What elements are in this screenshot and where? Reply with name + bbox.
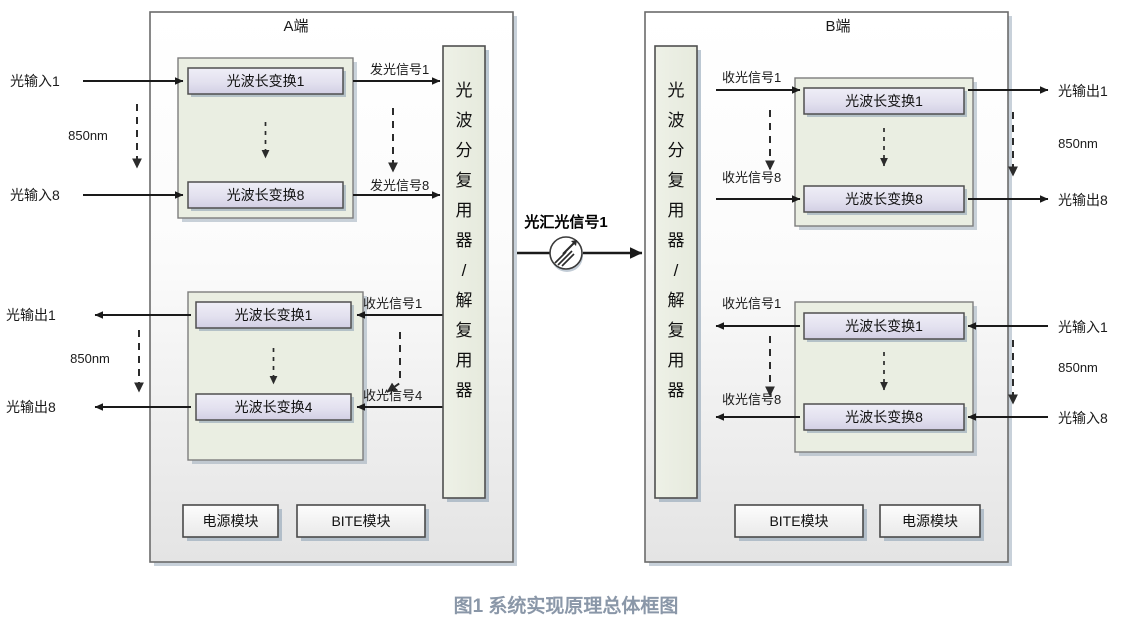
bite-module-button[interactable]: BITE模块 [769, 513, 828, 529]
svg-text:用: 用 [456, 351, 473, 370]
system-block-diagram: A端 光波长变换1 光波长变换8 光输入1 850nm 光输入8 发光信号1 发… [6, 11, 1108, 617]
signal-label: 收光信号1 [363, 296, 422, 311]
input-label: 光输入1 [1058, 319, 1108, 335]
svg-text:光: 光 [456, 81, 473, 100]
signal-label: 收光信号1 [722, 296, 781, 311]
figure-canvas: A端 光波长变换1 光波长变换8 光输入1 850nm 光输入8 发光信号1 发… [0, 0, 1133, 626]
signal-label: 收光信号8 [722, 392, 781, 407]
svg-text:波: 波 [456, 111, 473, 130]
a-bottom-modules: 电源模块 BITE模块 [182, 504, 429, 541]
power-module-button[interactable]: 电源模块 [902, 513, 958, 529]
b-bottom-modules: BITE模块 电源模块 [734, 504, 984, 541]
svg-text:用: 用 [456, 201, 473, 220]
converter-box[interactable]: 光波长变换1 [845, 318, 923, 334]
output-label: 光输出1 [1058, 83, 1108, 99]
svg-text:器: 器 [668, 381, 685, 400]
figure-caption: 图1 系统实现原理总体框图 [454, 594, 679, 617]
wavelength-label: 850nm [1058, 360, 1098, 375]
svg-text:分: 分 [668, 141, 685, 160]
wavelength-label: 850nm [1058, 136, 1098, 151]
b-tx-converter-group: 光波长变换1 光波长变换8 [794, 301, 977, 456]
b-mux-label: 光 波 分 复 用 器 / 解 复 用 器 [668, 81, 685, 400]
svg-text:复: 复 [668, 321, 685, 340]
svg-text:复: 复 [456, 321, 473, 340]
svg-text:/: / [462, 261, 467, 280]
optical-fiber-icon [549, 236, 583, 270]
signal-label: 收光信号4 [363, 388, 422, 403]
output-label: 光输出8 [6, 399, 56, 415]
a-mux-label: 光 波 分 复 用 器 / 解 复 用 器 [456, 81, 473, 400]
b-rx-converter-group: 光波长变换1 光波长变换8 [794, 77, 977, 230]
wavelength-label: 850nm [68, 128, 108, 143]
svg-text:器: 器 [456, 231, 473, 250]
converter-box[interactable]: 光波长变换1 [845, 93, 923, 109]
input-label: 光输入8 [1058, 410, 1108, 426]
a-rx-converter-group: 光波长变换1 光波长变换4 [187, 291, 367, 464]
wavelength-label: 850nm [70, 351, 110, 366]
converter-box[interactable]: 光波长变换1 [227, 73, 305, 89]
input-label: 光输入8 [10, 187, 60, 203]
signal-label: 收光信号8 [722, 170, 781, 185]
output-label: 光输出1 [6, 307, 56, 323]
optical-link: 光汇光信号1 [517, 213, 643, 272]
converter-box[interactable]: 光波长变换8 [845, 191, 923, 207]
svg-text:光: 光 [668, 81, 685, 100]
converter-box[interactable]: 光波长变换4 [235, 399, 313, 415]
svg-text:分: 分 [456, 141, 473, 160]
svg-text:用: 用 [668, 351, 685, 370]
b-mux-demux[interactable]: 光 波 分 复 用 器 / 解 复 用 器 [654, 45, 701, 502]
svg-text:用: 用 [668, 201, 685, 220]
signal-label: 发光信号1 [370, 62, 429, 77]
panel-a-title: A端 [283, 18, 308, 35]
power-module-button[interactable]: 电源模块 [203, 513, 259, 529]
input-label: 光输入1 [10, 73, 60, 89]
svg-text:器: 器 [456, 381, 473, 400]
output-label: 光输出8 [1058, 192, 1108, 208]
converter-box[interactable]: 光波长变换1 [235, 307, 313, 323]
panel-b-title: B端 [825, 18, 850, 35]
svg-text:复: 复 [668, 171, 685, 190]
a-mux-demux[interactable]: 光 波 分 复 用 器 / 解 复 用 器 [442, 45, 489, 502]
link-label: 光汇光信号1 [523, 213, 607, 231]
svg-text:波: 波 [668, 111, 685, 130]
svg-text:/: / [674, 261, 679, 280]
svg-text:解: 解 [456, 291, 473, 310]
a-tx-converter-group: 光波长变换1 光波长变换8 [177, 57, 357, 222]
svg-text:器: 器 [668, 231, 685, 250]
svg-text:解: 解 [668, 291, 685, 310]
converter-box[interactable]: 光波长变换8 [845, 409, 923, 425]
svg-text:复: 复 [456, 171, 473, 190]
signal-label: 收光信号1 [722, 70, 781, 85]
signal-label: 发光信号8 [370, 178, 429, 193]
converter-box[interactable]: 光波长变换8 [227, 187, 305, 203]
bite-module-button[interactable]: BITE模块 [331, 513, 390, 529]
